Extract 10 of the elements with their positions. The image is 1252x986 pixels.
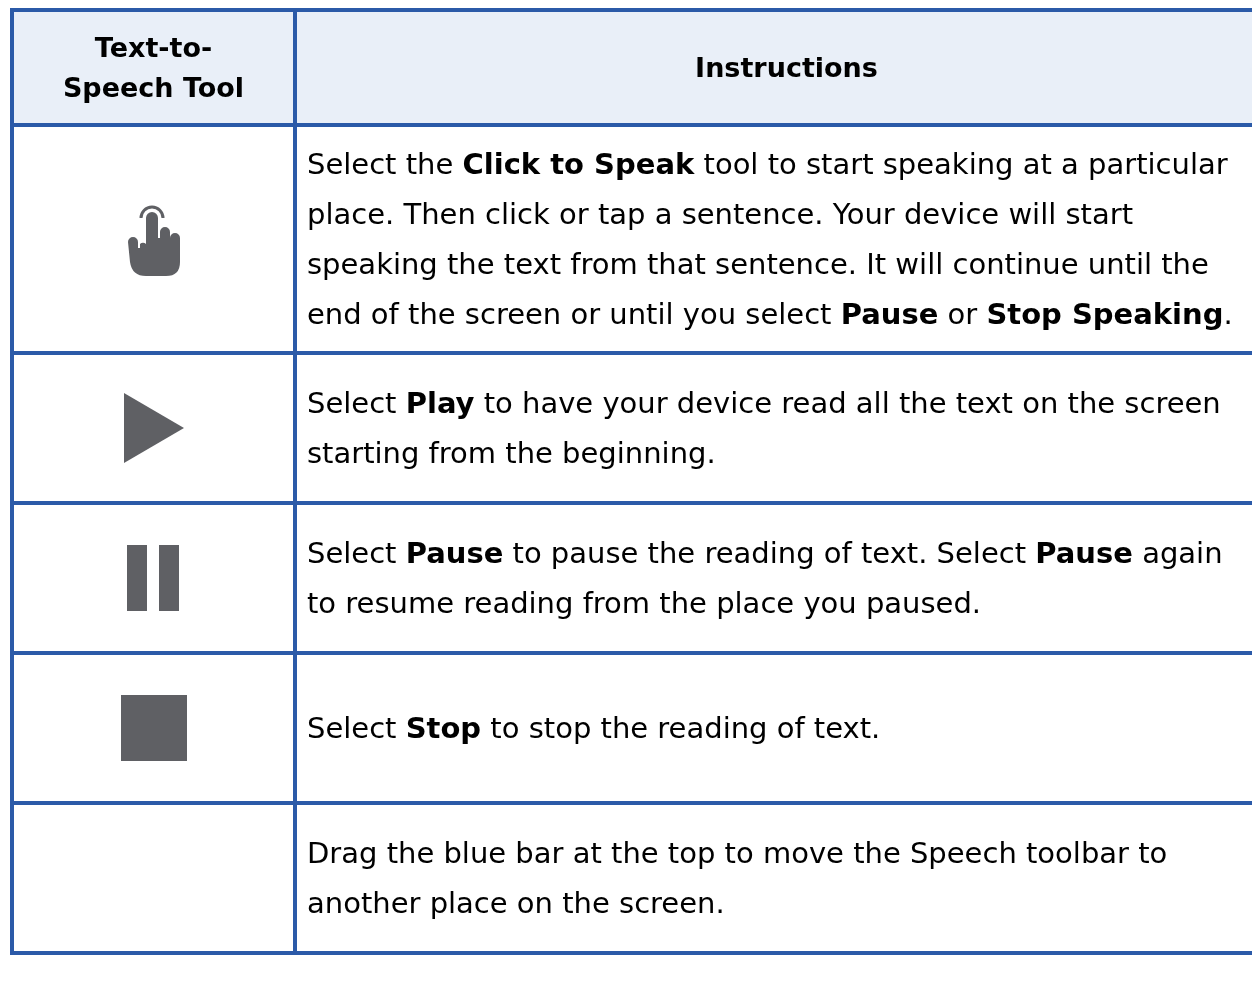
column-header: Text-to-Speech Tool	[12, 10, 295, 125]
stop-icon	[120, 695, 187, 761]
instruction-text: Select the Click to Speak tool to start speaking at a particular place. Then click or tap a sentence. Your device will start speaking the text from that sentence. It will continue until the end of the screen or until you select Pause or Stop Speaking.	[307, 146, 1234, 333]
instruction-text: Select Stop to stop the reading of text.	[307, 710, 882, 747]
instruction-text: Select Play to have your device read all the text on the screen starting from the beginning.	[307, 385, 1222, 472]
pause-icon	[126, 545, 181, 611]
instruction-text: Select Pause to pause the reading of text. Select Pause again to resume reading from the place you paused.	[307, 535, 1224, 622]
instruction-text: Drag the blue bar at the top to move the Speech toolbar to another place on the screen.	[307, 835, 1169, 922]
column-header: Instructions	[295, 10, 1252, 125]
play-icon	[123, 393, 184, 463]
